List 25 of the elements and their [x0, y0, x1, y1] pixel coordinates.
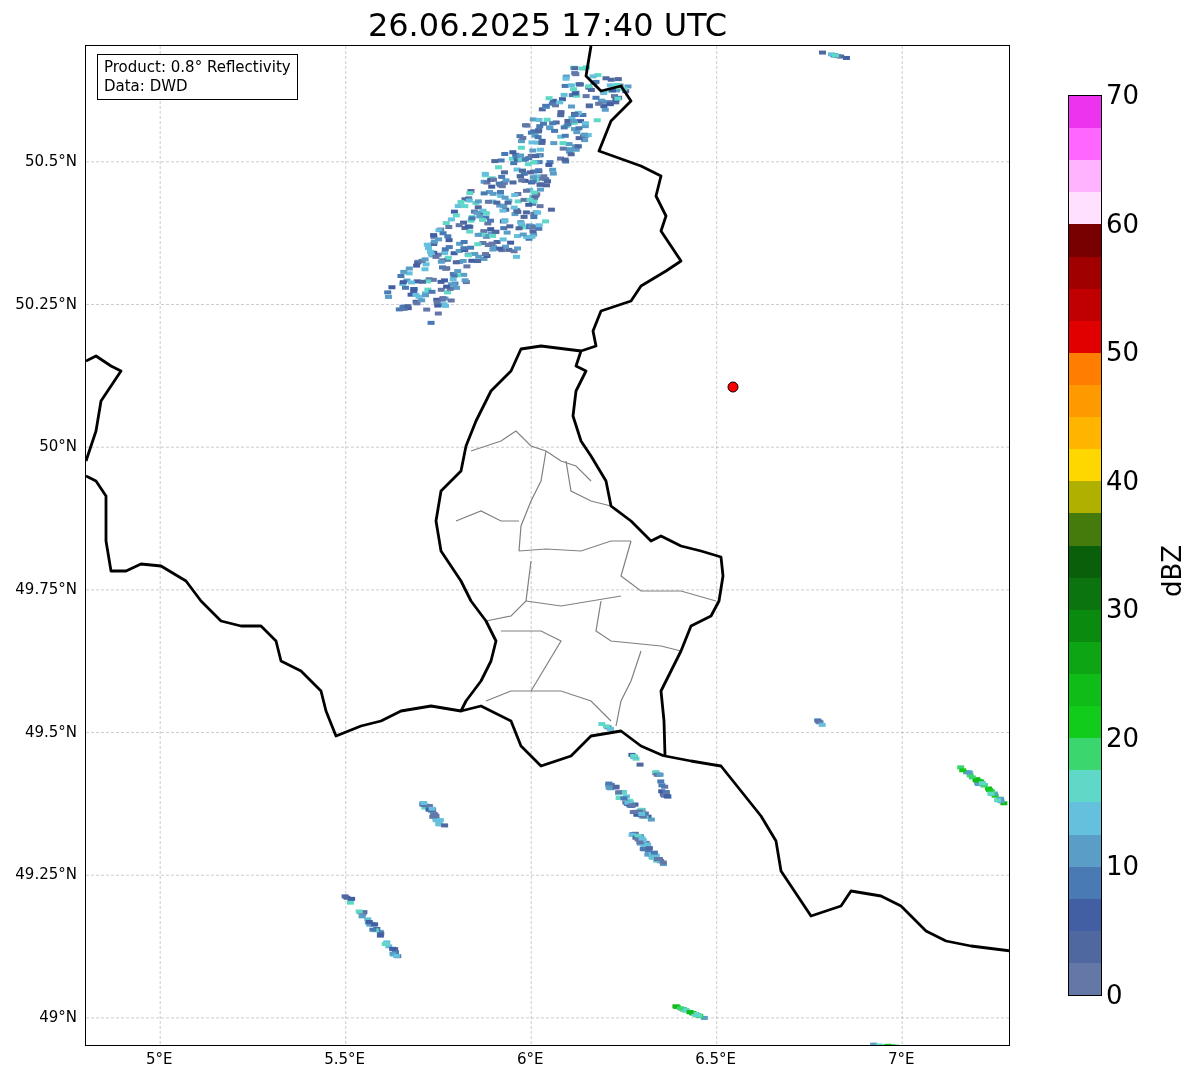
colorbar-tick-label: 30 — [1106, 594, 1140, 625]
info-text: Data: DWD — [104, 77, 189, 96]
info-text: Product: 0.8° Reflectivity — [104, 58, 291, 77]
latitude-label: 50.25°N — [15, 294, 77, 313]
colorbar-tick-label: 0 — [1106, 980, 1123, 1010]
latitude-label: 50°N — [39, 437, 77, 456]
longitude-label: 6.5°E — [695, 1050, 737, 1068]
location-marker — [727, 381, 739, 393]
latitude-label: 49.25°N — [15, 865, 77, 884]
colorbar-tick-label: 60 — [1106, 208, 1140, 239]
latitude-label: 50.5°N — [24, 151, 77, 170]
chart-title: 26.06.2025 17:40 UTC — [367, 5, 728, 45]
longitude-label: 7°E — [887, 1050, 915, 1068]
longitude-label: 5°E — [145, 1050, 173, 1068]
longitude-label: 6°E — [516, 1050, 544, 1068]
latitude-label: 49.75°N — [15, 579, 77, 598]
latitude-label: 49°N — [39, 1007, 77, 1026]
latitude-label: 49.5°N — [24, 722, 77, 741]
colorbar-tick-label: 50 — [1106, 337, 1140, 368]
colorbar-title: dBZ — [1157, 544, 1187, 597]
colorbar-tick-label: 40 — [1106, 465, 1140, 496]
longitude-label: 5.5°E — [324, 1050, 366, 1068]
colorbar-tick-label: 20 — [1106, 722, 1140, 753]
colorbar-tick-label: 10 — [1106, 851, 1140, 882]
colorbar-tick-label: 70 — [1106, 80, 1140, 110]
